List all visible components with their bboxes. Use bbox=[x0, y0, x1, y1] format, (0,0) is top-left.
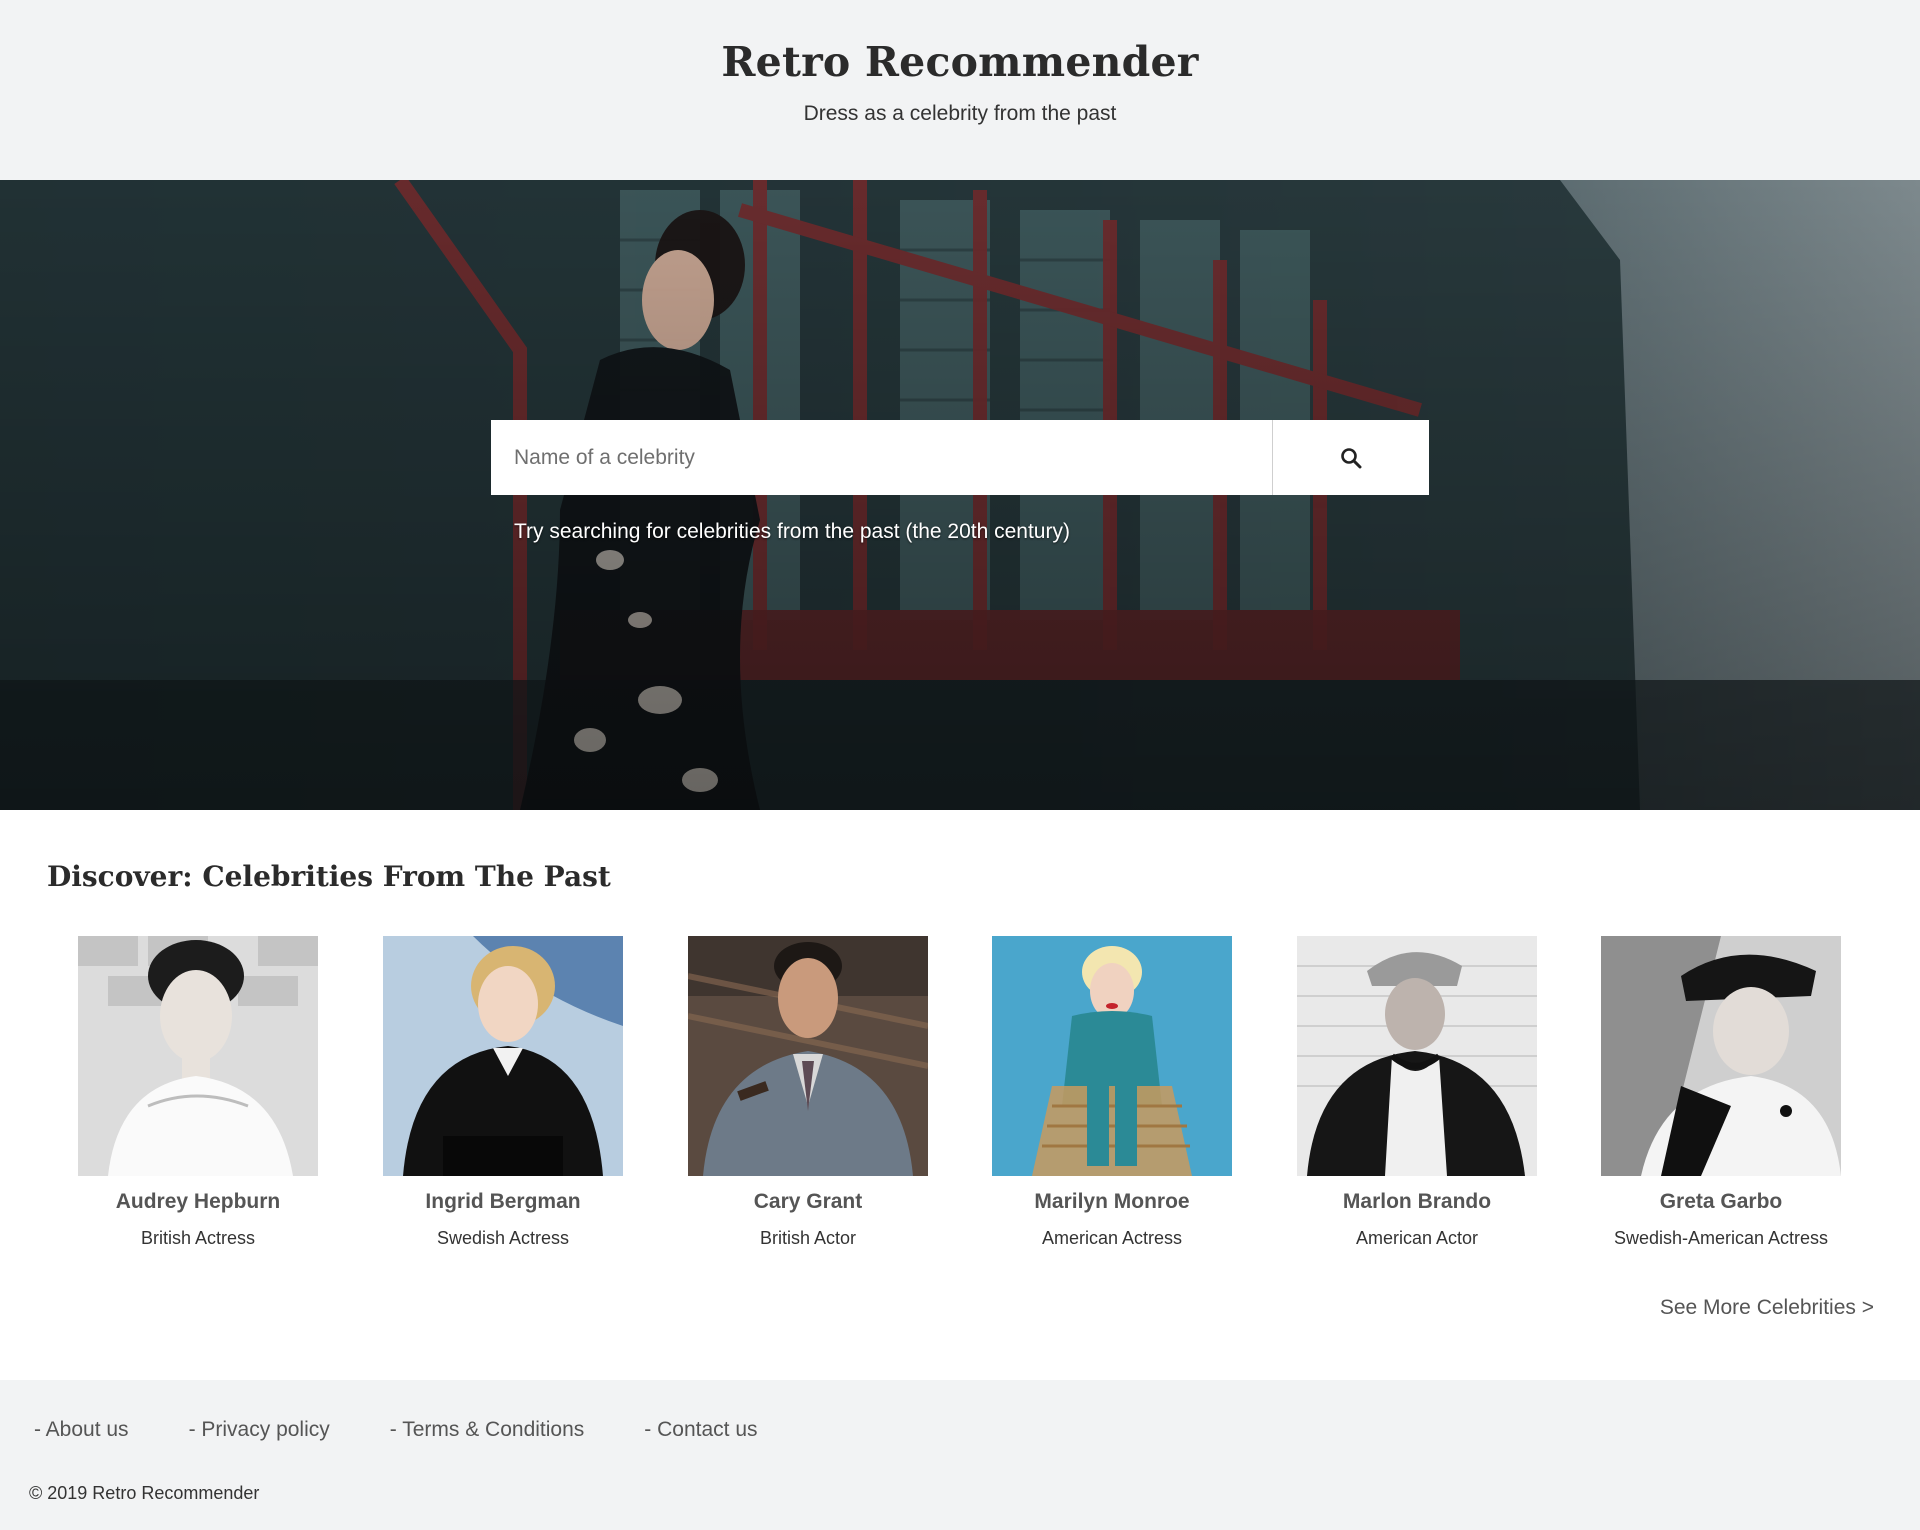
celebrity-card[interactable]: Marilyn Monroe American Actress bbox=[972, 936, 1252, 1249]
celebrity-name[interactable]: Ingrid Bergman bbox=[363, 1190, 643, 1214]
hero-background-image bbox=[0, 180, 1920, 810]
search-hint: Try searching for celebrities from the p… bbox=[514, 520, 1070, 543]
search-bar bbox=[491, 420, 1429, 495]
celebrity-description: British Actor bbox=[759, 1228, 857, 1248]
footer-link-privacy[interactable]: - Privacy policy bbox=[189, 1418, 330, 1442]
celebrity-card[interactable]: Greta Garbo Swedish-American Actress bbox=[1581, 936, 1861, 1249]
celebrity-photo[interactable] bbox=[383, 936, 623, 1176]
celebrity-photo[interactable] bbox=[1297, 936, 1537, 1176]
celebrity-photo[interactable] bbox=[688, 936, 928, 1176]
celebrity-grid: Audrey Hepburn British Actress Ingrid Be… bbox=[0, 936, 1920, 1266]
celebrity-description: American Actress bbox=[1041, 1228, 1183, 1248]
search-icon bbox=[1341, 447, 1362, 468]
footer-link-terms[interactable]: - Terms & Conditions bbox=[390, 1418, 585, 1442]
search-input[interactable] bbox=[491, 420, 1272, 495]
celebrity-description: British Actress bbox=[140, 1228, 256, 1248]
discover-section: Discover: Celebrities From The Past Audr… bbox=[0, 810, 1920, 1380]
celebrity-name[interactable]: Greta Garbo bbox=[1581, 1190, 1861, 1214]
celebrity-name[interactable]: Cary Grant bbox=[668, 1190, 948, 1214]
search-button[interactable] bbox=[1272, 420, 1429, 495]
site-tagline: Dress as a celebrity from the past bbox=[803, 102, 1117, 125]
celebrity-photo[interactable] bbox=[78, 936, 318, 1176]
celebrity-card[interactable]: Marlon Brando American Actor bbox=[1277, 936, 1557, 1249]
celebrity-photo[interactable] bbox=[992, 936, 1232, 1176]
hero-banner: Try searching for celebrities from the p… bbox=[0, 180, 1920, 810]
celebrity-card[interactable]: Cary Grant British Actor bbox=[668, 936, 948, 1249]
celebrity-description: American Actor bbox=[1355, 1228, 1479, 1248]
celebrity-description: Swedish Actress bbox=[436, 1228, 570, 1248]
copyright: © 2019 Retro Recommender bbox=[29, 1483, 260, 1503]
celebrity-name[interactable]: Marlon Brando bbox=[1277, 1190, 1557, 1214]
celebrity-name[interactable]: Audrey Hepburn bbox=[58, 1190, 338, 1214]
site-header: Retro Recommender Dress as a celebrity f… bbox=[0, 0, 1920, 180]
celebrity-card[interactable]: Audrey Hepburn British Actress bbox=[58, 936, 338, 1249]
footer-link-contact[interactable]: - Contact us bbox=[644, 1418, 757, 1442]
discover-title: Discover: Celebrities From The Past bbox=[47, 860, 611, 893]
footer-nav: - About us - Privacy policy - Terms & Co… bbox=[34, 1418, 818, 1442]
see-more-link[interactable]: See More Celebrities > bbox=[1660, 1296, 1874, 1320]
site-title: Retro Recommender bbox=[721, 38, 1199, 86]
footer-link-about[interactable]: - About us bbox=[34, 1418, 129, 1442]
site-footer: - About us - Privacy policy - Terms & Co… bbox=[0, 1380, 1920, 1530]
celebrity-card[interactable]: Ingrid Bergman Swedish Actress bbox=[363, 936, 643, 1249]
celebrity-photo[interactable] bbox=[1601, 936, 1841, 1176]
celebrity-name[interactable]: Marilyn Monroe bbox=[972, 1190, 1252, 1214]
celebrity-description: Swedish-American Actress bbox=[1613, 1228, 1829, 1248]
